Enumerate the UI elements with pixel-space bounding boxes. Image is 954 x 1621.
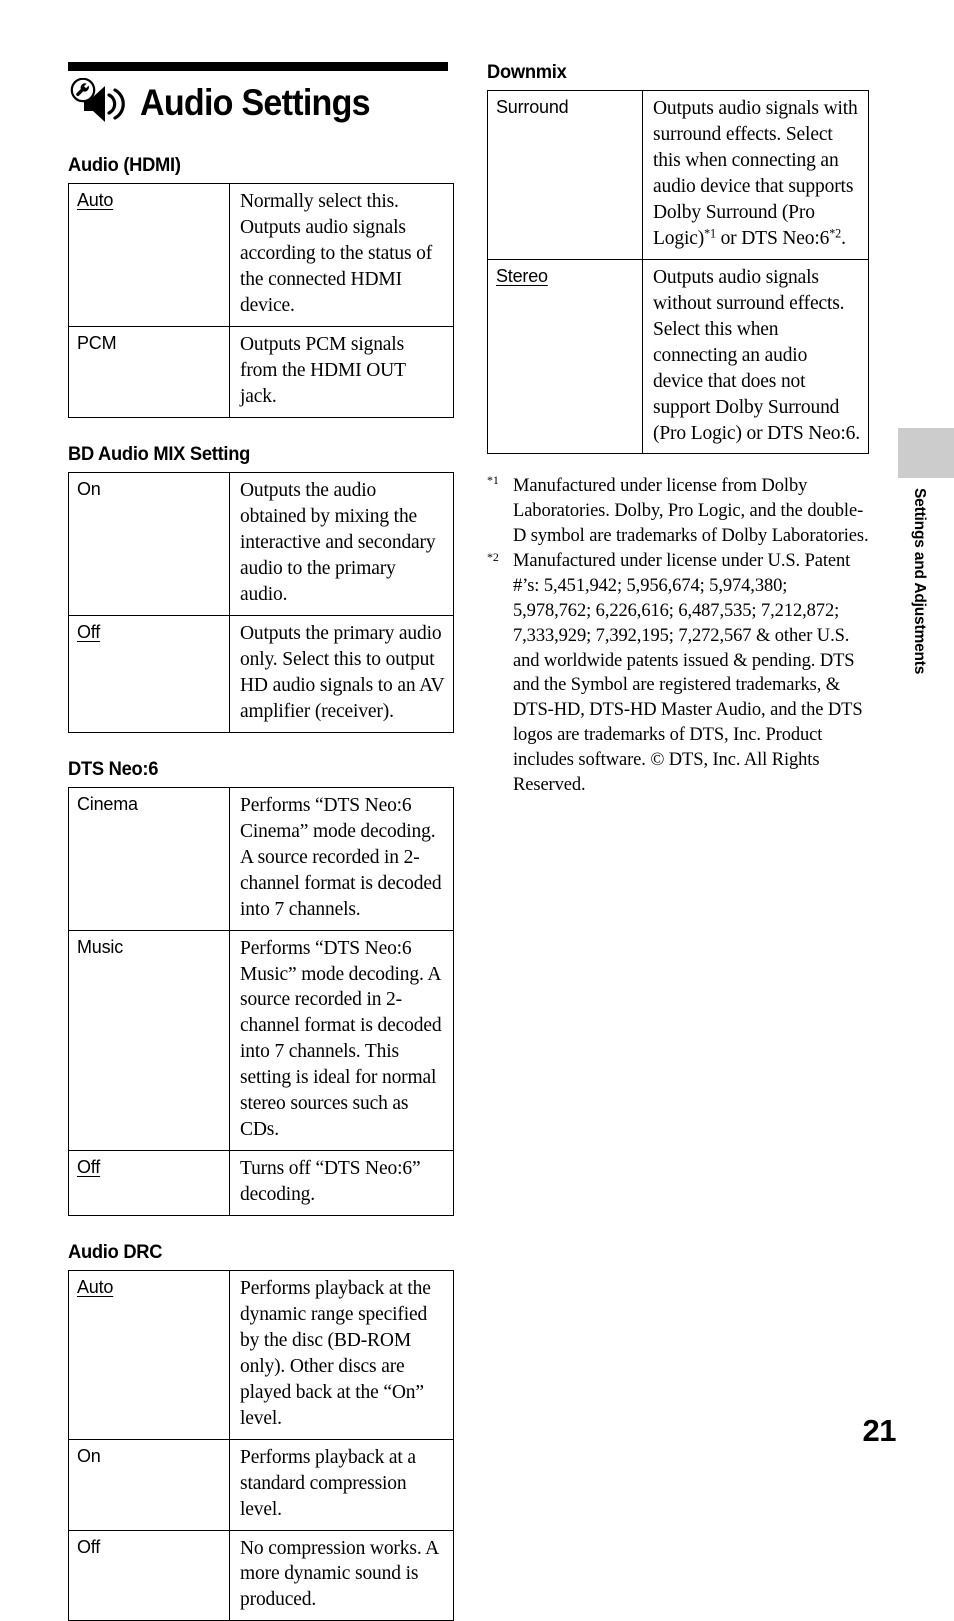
- table-row: Auto Performs playback at the dynamic ra…: [68, 1270, 454, 1440]
- table-row: Off Outputs the primary audio only. Sele…: [68, 614, 454, 733]
- option-key: Music: [68, 929, 230, 1151]
- table-row: On Outputs the audio obtained by mixing …: [68, 472, 454, 616]
- option-description: Outputs PCM signals from the HDMI OUT ja…: [229, 326, 454, 418]
- table-row: Surround Outputs audio signals with surr…: [487, 90, 869, 260]
- option-key-label: Stereo: [496, 265, 548, 286]
- footnote-2: *2 Manufactured under license under U.S.…: [487, 549, 869, 798]
- chapter-title-rule: [68, 62, 448, 71]
- left-column: Audio Settings Audio (HDMI) Auto Normall…: [68, 62, 454, 1621]
- table-row: Cinema Performs “DTS Neo:6 Cinema” mode …: [68, 786, 454, 931]
- table-audio-drc: Auto Performs playback at the dynamic ra…: [68, 1270, 454, 1621]
- footnote-text: Manufactured under license under U.S. Pa…: [513, 551, 863, 795]
- footnote-text: Manufactured under license from Dolby La…: [513, 476, 869, 547]
- option-key: Off: [68, 1529, 230, 1621]
- option-description: Outputs the primary audio only. Select t…: [229, 614, 454, 733]
- option-description: Outputs the audio obtained by mixing the…: [229, 472, 454, 616]
- footnote-ref-2: *2: [829, 226, 842, 241]
- table-row: Stereo Outputs audio signals without sur…: [487, 258, 869, 455]
- option-key-label: Auto: [77, 190, 114, 211]
- table-bd-audio-mix: On Outputs the audio obtained by mixing …: [68, 472, 454, 733]
- side-tab-marker: [898, 428, 954, 478]
- option-key: Off: [68, 1149, 230, 1216]
- footnote-marker: *2: [487, 550, 499, 565]
- option-key: Off: [68, 614, 230, 733]
- section-heading-dts-neo6: DTS Neo:6: [68, 757, 159, 780]
- section-heading-audio-hdmi: Audio (HDMI): [68, 154, 181, 176]
- right-column: Downmix Surround Outputs audio signals w…: [487, 61, 869, 798]
- table-row: Auto Normally select this. Outputs audio…: [68, 183, 454, 328]
- section-heading-bd-audio-mix: BD Audio MIX Setting: [68, 442, 251, 465]
- option-key: Surround: [487, 90, 643, 260]
- option-description: Turns off “DTS Neo:6” decoding.: [229, 1149, 454, 1216]
- table-row: PCM Outputs PCM signals from the HDMI OU…: [68, 326, 454, 418]
- footnotes-block: *1 Manufactured under license from Dolby…: [487, 474, 869, 797]
- option-description: No compression works. A more dynamic sou…: [229, 1529, 454, 1621]
- option-key: Auto: [68, 1270, 230, 1440]
- table-row: Music Performs “DTS Neo:6 Music” mode de…: [68, 929, 454, 1151]
- option-key: Cinema: [68, 786, 230, 931]
- option-description: Performs playback at a standard compress…: [229, 1438, 454, 1531]
- section-heading-downmix: Downmix: [487, 61, 567, 83]
- option-description: Outputs audio signals with surround effe…: [642, 90, 869, 260]
- table-row: On Performs playback at a standard compr…: [68, 1438, 454, 1531]
- speaker-wrench-icon: [68, 77, 130, 126]
- side-tab-label: Settings and Adjustments: [911, 488, 928, 675]
- option-description: Performs “DTS Neo:6 Cinema” mode decodin…: [229, 786, 454, 931]
- page-number: 21: [862, 1413, 897, 1448]
- option-key-label: Off: [77, 1156, 101, 1177]
- manual-page: Audio Settings Audio (HDMI) Auto Normall…: [0, 0, 954, 1621]
- footnote-marker: *1: [487, 473, 499, 488]
- option-key: PCM: [68, 326, 230, 418]
- chapter-title: Audio Settings: [140, 81, 371, 123]
- option-description-part2: or DTS Neo:6: [715, 228, 830, 250]
- chapter-title-row: Audio Settings: [68, 75, 454, 129]
- table-downmix: Surround Outputs audio signals with surr…: [487, 90, 869, 455]
- footnote-1: *1 Manufactured under license from Dolby…: [487, 474, 869, 549]
- option-key: On: [68, 1438, 230, 1531]
- option-key-label: Auto: [77, 1277, 114, 1298]
- option-key-label: Off: [77, 621, 101, 642]
- option-key: On: [68, 472, 230, 616]
- option-key: Auto: [68, 183, 230, 328]
- option-description: Performs “DTS Neo:6 Music” mode decoding…: [229, 929, 454, 1151]
- table-dts-neo6: Cinema Performs “DTS Neo:6 Cinema” mode …: [68, 786, 454, 1216]
- option-key: Stereo: [487, 258, 643, 455]
- table-row: Off No compression works. A more dynamic…: [68, 1529, 454, 1621]
- option-description: Normally select this. Outputs audio sign…: [229, 183, 454, 328]
- option-description-part1: Outputs audio signals with surround effe…: [653, 98, 858, 250]
- option-description: Outputs audio signals without surround e…: [642, 258, 869, 455]
- footnote-ref-1: *1: [704, 226, 716, 241]
- option-description-part3: .: [841, 228, 846, 250]
- section-heading-audio-drc: Audio DRC: [68, 1240, 163, 1263]
- option-description: Performs playback at the dynamic range s…: [229, 1270, 454, 1440]
- table-row: Off Turns off “DTS Neo:6” decoding.: [68, 1149, 454, 1216]
- table-audio-hdmi: Auto Normally select this. Outputs audio…: [68, 183, 454, 418]
